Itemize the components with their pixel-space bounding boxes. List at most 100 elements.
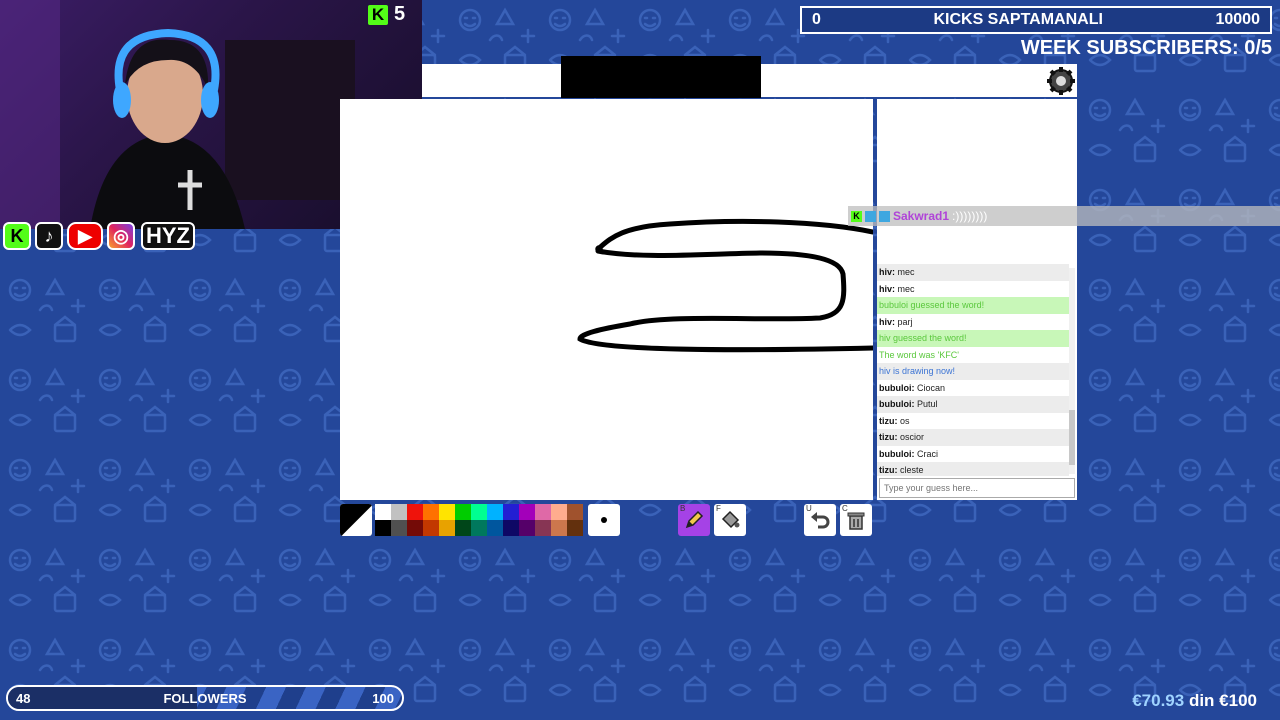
current-color-swatch	[340, 504, 372, 536]
color-swatch[interactable]	[503, 504, 519, 520]
current-color-indicator[interactable]	[340, 504, 372, 536]
kicks-goal-current: 0	[812, 11, 821, 28]
player-list	[877, 99, 1077, 264]
kicks-goal-target: 10000	[1215, 11, 1260, 28]
color-swatch[interactable]	[439, 520, 455, 536]
color-swatch[interactable]	[551, 520, 567, 536]
fill-tool-key: F	[716, 504, 721, 513]
brush-size-dot	[601, 517, 607, 523]
clear-key: C	[842, 504, 848, 513]
color-swatch[interactable]	[471, 504, 487, 520]
chat-message: tizu: os	[877, 413, 1069, 430]
color-swatch[interactable]	[391, 520, 407, 536]
clear-button[interactable]: C	[840, 504, 872, 536]
chat-text: Craci	[917, 448, 939, 459]
color-swatch[interactable]	[391, 504, 407, 520]
color-swatch[interactable]	[375, 520, 391, 536]
undo-icon	[811, 512, 830, 529]
chat-text: The word was 'KFC'	[879, 349, 959, 360]
chat-username: bubuloi:	[879, 382, 915, 393]
chat-username: tizu:	[879, 415, 898, 426]
kick-count-value: 5	[394, 3, 406, 25]
followers-goal-bar: 48 FOLLOWERS 100	[6, 685, 404, 711]
chat-message: bubuloi guessed the word!	[877, 297, 1069, 314]
chat-message: tizu: cleste	[877, 462, 1069, 476]
color-swatch[interactable]	[455, 504, 471, 520]
chat-text: bubuloi guessed the word!	[879, 300, 985, 310]
chat-message: hiv: mec	[877, 264, 1069, 281]
game-chat: hiv: mec hiv: mec bubuloi guessed the word…	[877, 264, 1077, 500]
color-swatch[interactable]	[567, 520, 583, 536]
color-swatch[interactable]	[503, 520, 519, 536]
fill-tool-button[interactable]: F	[714, 504, 746, 536]
youtube-icon: ▶	[67, 222, 103, 250]
color-swatch[interactable]	[375, 504, 391, 520]
chat-scrollbar[interactable]	[1069, 268, 1075, 474]
color-palette	[375, 504, 583, 536]
trash-icon	[847, 512, 865, 530]
chat-text: os	[900, 415, 910, 426]
color-swatch[interactable]	[487, 504, 503, 520]
stream-chat-overlay: K Sakwrad1 :))))))))	[848, 206, 1280, 226]
guess-input[interactable]	[879, 478, 1075, 498]
chat-messages: hiv: mec hiv: mec bubuloi guessed the word…	[877, 264, 1069, 476]
chat-message: bubuloi: Craci	[877, 446, 1069, 463]
chat-text: hiv is drawing now!	[879, 366, 956, 376]
brush-tool-button[interactable]: B	[678, 504, 710, 536]
color-swatch[interactable]	[423, 504, 439, 520]
donation-goal: €70.93 din €100	[1132, 691, 1257, 711]
chat-scroll-thumb[interactable]	[1069, 410, 1075, 465]
color-swatch[interactable]	[551, 504, 567, 520]
color-swatch[interactable]	[567, 504, 583, 520]
color-swatch[interactable]	[519, 504, 535, 520]
week-subscribers: WEEK SUBSCRIBERS: 0/5	[1020, 37, 1272, 59]
chat-text: Putul	[917, 399, 938, 409]
brush-size-selector[interactable]	[588, 504, 620, 536]
settings-gear-icon[interactable]	[1046, 66, 1076, 96]
kick-subscriber-count: K 5	[368, 3, 405, 26]
hidden-word-box	[561, 56, 761, 98]
color-swatch[interactable]	[487, 520, 503, 536]
color-swatch[interactable]	[407, 504, 423, 520]
chat-username: hiv:	[879, 316, 896, 327]
chat-text: hiv guessed the word!	[879, 333, 967, 343]
followers-label: FOLLOWERS	[163, 691, 247, 706]
social-handle: HYZ	[141, 222, 195, 250]
undo-button[interactable]: U	[804, 504, 836, 536]
color-swatch[interactable]	[535, 520, 551, 536]
instagram-icon: ◎	[107, 222, 135, 250]
tiktok-icon: ♪	[35, 222, 63, 250]
chat-username: hiv:	[879, 283, 896, 294]
chat-username: tizu:	[879, 465, 898, 475]
color-swatch[interactable]	[407, 520, 423, 536]
overlay-username: Sakwrad1	[893, 209, 950, 223]
color-swatch[interactable]	[519, 520, 535, 536]
overlay-message: :))))))))	[952, 209, 988, 223]
chat-message: hiv guessed the word!	[877, 330, 1069, 347]
chat-username: bubuloi:	[879, 399, 915, 409]
chat-message: hiv: mec	[877, 281, 1069, 298]
color-swatch[interactable]	[439, 504, 455, 520]
kick-icon: K	[3, 222, 31, 250]
donation-target: din €100	[1188, 691, 1257, 710]
social-links: K ♪ ▶ ◎ HYZ	[3, 222, 195, 250]
subscriber-badge-icon	[865, 210, 876, 222]
chat-text: oscior	[900, 432, 925, 442]
color-swatch[interactable]	[535, 504, 551, 520]
chat-text: mec	[897, 267, 915, 277]
kicks-goal-title: KICKS SAPTAMANALI	[933, 11, 1103, 28]
chat-message: tizu: oscior	[877, 429, 1069, 446]
followers-goal: 100	[372, 691, 394, 706]
chat-username: tizu:	[879, 432, 898, 442]
chat-text: parj	[897, 316, 913, 327]
pencil-icon	[685, 510, 704, 529]
color-swatch[interactable]	[455, 520, 471, 536]
chat-message: The word was 'KFC'	[877, 347, 1069, 364]
color-swatch[interactable]	[471, 520, 487, 536]
chat-message: bubuloi: Ciocan	[877, 380, 1069, 397]
color-swatch[interactable]	[423, 520, 439, 536]
chat-username: bubuloi:	[879, 448, 915, 459]
chat-message: hiv is drawing now!	[877, 363, 1069, 380]
drawing-canvas[interactable]	[340, 99, 873, 500]
chat-message: hiv: parj	[877, 314, 1069, 331]
